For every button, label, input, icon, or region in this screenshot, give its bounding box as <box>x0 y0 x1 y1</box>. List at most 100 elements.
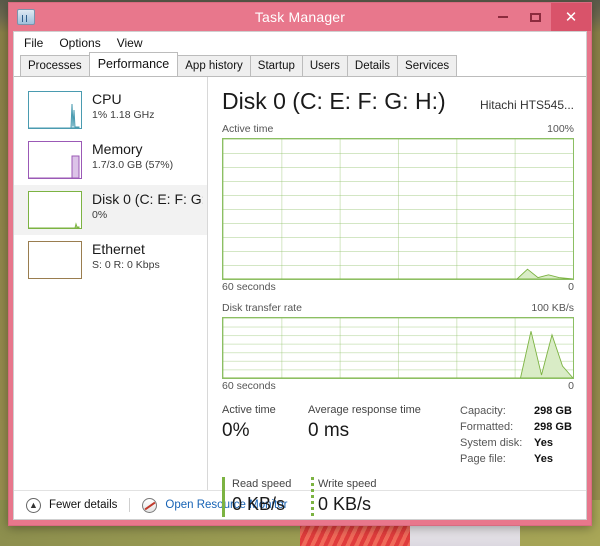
ethernet-label: Ethernet <box>92 241 145 257</box>
cpu-thumbnail <box>28 91 82 129</box>
tab-strip: Processes Performance App history Startu… <box>14 52 586 77</box>
write-speed-value: 0 KB/s <box>318 494 372 514</box>
page-file-value: Yes <box>534 453 553 465</box>
device-model: Hitachi HTS545... <box>479 98 574 112</box>
chevron-up-icon[interactable]: ▲ <box>26 497 41 513</box>
transfer-rate-graph-min: 0 <box>568 380 574 392</box>
tab-processes[interactable]: Processes <box>20 55 90 76</box>
ethernet-text: Ethernet S: 0 R: 0 Kbps <box>92 241 160 272</box>
fewer-details-button[interactable]: Fewer details <box>49 499 117 511</box>
active-time-stat-value: 0% <box>222 420 250 441</box>
response-time-stat-value: 0 ms <box>308 420 350 441</box>
response-time-stat-label: Average response time <box>308 404 421 416</box>
read-speed-stat: Read speed 0 KB/s <box>222 477 311 517</box>
page-title: Disk 0 (C: E: F: G: H:) <box>222 88 446 114</box>
tab-startup[interactable]: Startup <box>249 55 303 76</box>
tab-services[interactable]: Services <box>397 55 458 76</box>
transfer-rate-graph-max: 100 KB/s <box>531 302 574 314</box>
active-time-graph-max: 100% <box>547 123 574 135</box>
menu-bar: File Options View <box>14 32 586 54</box>
memory-detail: 1.7/3.0 GB (57%) <box>92 159 174 171</box>
transfer-rate-graph-footer: 60 seconds 0 <box>222 380 574 393</box>
client-area: File Options View Processes Performance … <box>13 31 587 520</box>
tab-performance[interactable]: Performance <box>88 52 179 76</box>
info-row-capacity: Capacity: 298 GB <box>460 403 574 419</box>
ethernet-detail: S: 0 R: 0 Kbps <box>92 259 160 271</box>
resource-sidebar: CPU 1% 1.18 GHz Memory 1.7/3.0 GB (57%) <box>14 77 208 490</box>
transfer-rate-plot <box>223 318 573 378</box>
close-icon: ✕ <box>564 8 578 26</box>
active-time-graph-min: 0 <box>568 281 574 293</box>
memory-text: Memory 1.7/3.0 GB (57%) <box>92 141 173 172</box>
memory-label: Memory <box>92 141 143 157</box>
memory-thumbnail <box>28 141 82 179</box>
disk-thumbnail <box>28 191 82 229</box>
transfer-rate-graph-block: Disk transfer rate 100 KB/s 60 seconds 0 <box>222 302 574 393</box>
task-manager-window: Task Manager ✕ File Options View Process… <box>8 2 592 526</box>
sidebar-item-ethernet[interactable]: Ethernet S: 0 R: 0 Kbps <box>14 235 207 285</box>
active-time-graph-title: Active time <box>222 123 274 135</box>
active-time-stat-label: Active time <box>222 404 276 416</box>
capacity-key: Capacity: <box>460 405 506 417</box>
system-disk-value: Yes <box>534 437 553 449</box>
tab-users[interactable]: Users <box>301 55 348 76</box>
formatted-value: 298 GB <box>534 421 572 433</box>
disk-sparkline <box>29 222 80 228</box>
active-time-graph-footer: 60 seconds 0 <box>222 281 574 294</box>
sidebar-item-cpu[interactable]: CPU 1% 1.18 GHz <box>14 85 207 135</box>
stats-row: Active time 0% Average response time 0 m… <box>222 403 574 467</box>
sidebar-item-memory[interactable]: Memory 1.7/3.0 GB (57%) <box>14 135 207 185</box>
info-row-system-disk: System disk: Yes <box>460 435 574 451</box>
footer-separator <box>129 498 131 512</box>
read-speed-label: Read speed <box>232 478 292 490</box>
cpu-detail: 1% 1.18 GHz <box>92 109 155 121</box>
response-time-stat: Average response time 0 ms <box>308 403 458 467</box>
task-manager-icon <box>17 9 35 25</box>
close-button[interactable]: ✕ <box>551 3 591 31</box>
active-time-graph <box>222 138 574 280</box>
active-time-plot <box>223 139 573 279</box>
cpu-sparkline <box>29 103 80 128</box>
transfer-rate-graph <box>222 317 574 379</box>
page-file-key: Page file: <box>460 453 506 465</box>
sidebar-item-disk[interactable]: Disk 0 (C: E: F: G: H 0% <box>14 185 207 235</box>
read-speed-value: 0 KB/s <box>232 494 286 514</box>
disk-detail: 0% <box>92 209 108 221</box>
menu-item-view[interactable]: View <box>117 36 143 50</box>
cpu-label: CPU <box>92 91 122 107</box>
transfer-rate-graph-time: 60 seconds <box>222 380 276 392</box>
transfer-rate-graph-labels: Disk transfer rate 100 KB/s <box>222 302 574 315</box>
tab-app-history[interactable]: App history <box>177 55 251 76</box>
maximize-icon <box>529 12 541 22</box>
memory-sparkline <box>29 155 80 178</box>
disk-detail-panel: Disk 0 (C: E: F: G: H:) Hitachi HTS545..… <box>208 77 586 517</box>
panel-header: Disk 0 (C: E: F: G: H:) Hitachi HTS545..… <box>222 87 574 115</box>
transfer-rate-graph-title: Disk transfer rate <box>222 302 302 314</box>
info-row-formatted: Formatted: 298 GB <box>460 419 574 435</box>
system-disk-key: System disk: <box>460 437 523 449</box>
formatted-key: Formatted: <box>460 421 514 433</box>
write-speed-label: Write speed <box>318 478 377 490</box>
disk-info-list: Capacity: 298 GB Formatted: 298 GB Syste… <box>458 403 574 467</box>
active-time-graph-block: Active time 100% 60 seconds 0 <box>222 123 574 294</box>
active-time-graph-labels: Active time 100% <box>222 123 574 136</box>
info-row-page-file: Page file: Yes <box>460 451 574 467</box>
active-time-stat: Active time 0% <box>222 403 308 467</box>
disk-text: Disk 0 (C: E: F: G: H 0% <box>92 191 203 222</box>
disk-label: Disk 0 (C: E: F: G: H <box>92 191 203 207</box>
minimize-icon <box>498 16 508 18</box>
window-controls: ✕ <box>487 3 591 31</box>
capacity-value: 298 GB <box>534 405 572 417</box>
menu-item-file[interactable]: File <box>24 36 43 50</box>
title-bar: Task Manager ✕ <box>9 3 591 31</box>
minimize-button[interactable] <box>487 3 519 31</box>
performance-body: CPU 1% 1.18 GHz Memory 1.7/3.0 GB (57%) <box>14 77 586 517</box>
write-speed-stat: Write speed 0 KB/s <box>311 477 468 517</box>
ethernet-thumbnail <box>28 241 82 279</box>
active-time-graph-time: 60 seconds <box>222 281 276 293</box>
resource-monitor-icon <box>142 497 158 513</box>
maximize-button[interactable] <box>519 3 551 31</box>
tab-details[interactable]: Details <box>346 55 399 76</box>
menu-item-options[interactable]: Options <box>59 36 100 50</box>
cpu-text: CPU 1% 1.18 GHz <box>92 91 154 122</box>
